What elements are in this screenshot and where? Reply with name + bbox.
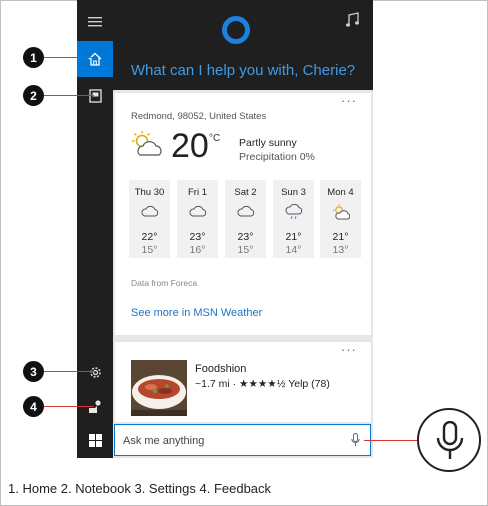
settings-button[interactable]	[77, 354, 113, 390]
search-input[interactable]	[121, 432, 345, 450]
cloud-icon	[141, 205, 159, 217]
figure-caption: 1. Home 2. Notebook 3. Settings 4. Feedb…	[8, 481, 272, 496]
callout-line	[364, 440, 418, 441]
restaurant-name[interactable]: Foodshion	[195, 363, 246, 375]
home-button[interactable]	[77, 41, 113, 77]
restaurant-info: ~1.7 mi · ★★★★½ Yelp (78)	[195, 378, 330, 390]
msn-weather-link[interactable]: See more in MSN Weather	[131, 307, 262, 319]
microphone-icon[interactable]	[351, 433, 360, 447]
forecast-day-name: Mon 4	[327, 187, 354, 198]
forecast-low: 15°	[237, 244, 254, 256]
forecast-day-name: Sat 2	[234, 187, 257, 198]
callout-1: 1	[23, 47, 44, 68]
forecast-low: 13°	[332, 244, 349, 256]
more-options-icon[interactable]: ···	[341, 342, 357, 357]
cortana-header: What can I help you with, Cherie?	[113, 0, 373, 90]
music-note-icon[interactable]	[345, 12, 361, 28]
weather-location: Redmond, 98052, United States	[131, 111, 267, 122]
forecast-high: 22°	[141, 231, 158, 243]
forecast-high: 23°	[189, 231, 206, 243]
callout-line	[43, 406, 94, 407]
cloud-icon	[189, 205, 207, 217]
gear-icon	[89, 366, 101, 378]
microphone-callout	[417, 408, 481, 472]
forecast-low: 14°	[285, 244, 302, 256]
forecast-day[interactable]: Sat 2 23° 15°	[225, 180, 266, 258]
callout-3: 3	[23, 361, 44, 382]
microphone-icon	[436, 421, 464, 459]
temperature-unit: °C	[209, 133, 221, 144]
hamburger-menu-button[interactable]	[77, 4, 113, 40]
cortana-panel: What can I help you with, Cherie? ··· Re…	[113, 0, 373, 458]
forecast-low: 15°	[141, 244, 158, 256]
weather-card[interactable]: ··· Redmond, 98052, United States 20 °C …	[115, 93, 371, 335]
home-icon	[88, 52, 102, 66]
forecast-high: 23°	[237, 231, 254, 243]
callout-4: 4	[23, 396, 44, 417]
search-box[interactable]	[114, 424, 371, 456]
cloud-icon	[237, 205, 255, 217]
forecast-day[interactable]: Thu 30 22° 15°	[129, 180, 170, 258]
rain-cloud-icon	[285, 204, 303, 220]
forecast-row: Thu 30 22° 15° Fri 1 23° 16° Sat 2 23° 1…	[129, 180, 361, 258]
callout-line	[43, 371, 94, 372]
start-button[interactable]	[77, 422, 113, 458]
partly-sunny-icon	[132, 131, 162, 156]
weather-condition: Partly sunny	[239, 137, 297, 149]
current-temperature: 20	[171, 127, 209, 165]
forecast-high: 21°	[285, 231, 302, 243]
forecast-day-name: Sun 3	[281, 187, 306, 198]
hamburger-menu-icon	[88, 17, 102, 27]
partly-sunny-icon	[333, 204, 350, 220]
food-photo	[131, 360, 187, 416]
forecast-low: 16°	[189, 244, 206, 256]
forecast-day-name: Thu 30	[134, 187, 165, 198]
precipitation: Precipitation 0%	[239, 151, 315, 163]
forecast-day[interactable]: Sun 3 21° 14°	[273, 180, 314, 258]
forecast-high: 21°	[332, 231, 349, 243]
weather-source: Data from Foreca	[131, 278, 198, 288]
forecast-day-name: Fri 1	[188, 187, 207, 198]
windows-logo-icon	[89, 434, 102, 447]
callout-line	[43, 95, 94, 96]
forecast-day[interactable]: Mon 4 21° 13°	[320, 180, 361, 258]
greeting-text: What can I help you with, Cherie?	[130, 62, 356, 79]
callout-2: 2	[23, 85, 44, 106]
notebook-icon	[88, 89, 102, 103]
notebook-button[interactable]	[77, 78, 113, 114]
cortana-rail	[77, 0, 113, 458]
restaurant-card[interactable]: ··· Foodshion ~1.7 mi · ★★★★½ Yelp (78)	[115, 342, 371, 422]
callout-line	[43, 57, 94, 58]
cortana-orb-icon[interactable]	[222, 16, 250, 44]
forecast-day[interactable]: Fri 1 23° 16°	[177, 180, 218, 258]
more-options-icon[interactable]: ···	[341, 93, 357, 108]
